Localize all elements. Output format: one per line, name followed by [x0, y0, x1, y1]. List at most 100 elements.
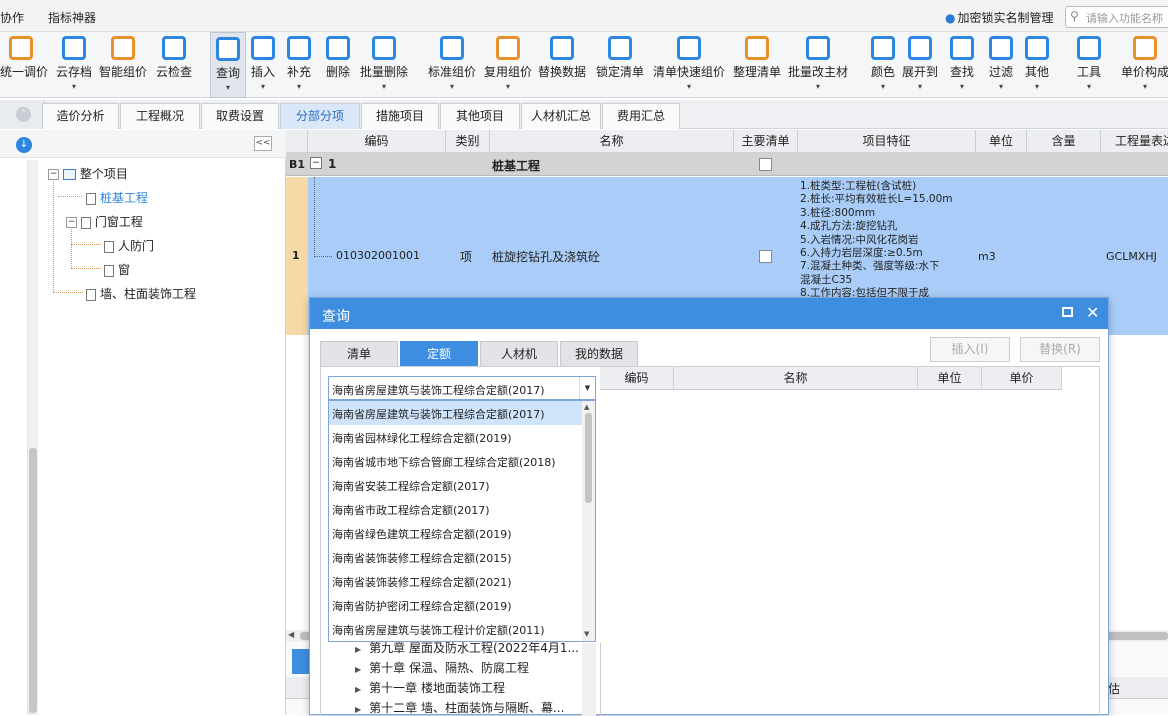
col-header-main[interactable]: 主要清单	[734, 130, 798, 153]
dropdown-option[interactable]: 海南省城市地下综合管廊工程综合定额(2018)	[329, 449, 582, 473]
toolbar-button-10[interactable]: 复用组价 ▾	[482, 32, 534, 98]
dropdown-arrow-icon[interactable]: ▾	[482, 82, 534, 91]
toolbar-button-14[interactable]: 整理清单	[730, 32, 784, 98]
toolbar-button-15[interactable]: 批量改主材 ▾	[786, 32, 850, 98]
toolbar-button-7[interactable]: 删除	[322, 32, 354, 98]
license-link[interactable]: ● 加密锁实名制管理	[945, 9, 1054, 26]
dropdown-arrow-icon[interactable]: ▾	[652, 82, 726, 91]
dropdown-option[interactable]: 海南省装饰装修工程综合定额(2015)	[329, 545, 582, 569]
scroll-thumb[interactable]	[29, 448, 37, 713]
toolbar-button-12[interactable]: 锁定清单	[594, 32, 646, 98]
tab-sub-items[interactable]: 分部分项	[280, 103, 360, 129]
detail-tab[interactable]	[292, 649, 310, 674]
chapter-item[interactable]: ▶ 第十章 保温、隔热、防腐工程	[355, 659, 585, 676]
dropdown-option[interactable]: 海南省房屋建筑与装饰工程计价定额(2011)	[329, 617, 582, 641]
toolbar-button-5[interactable]: 插入 ▾	[248, 32, 278, 98]
dropdown-arrow-icon[interactable]: ▾	[786, 82, 850, 91]
caret-right-icon[interactable]: ▶	[355, 645, 361, 654]
dropdown-arrow-icon[interactable]: ▾	[946, 82, 978, 91]
replace-button[interactable]: 替换(R)	[1020, 337, 1100, 362]
dropdown-option[interactable]: 海南省市政工程综合定额(2017)	[329, 497, 582, 521]
collapse-panel-button[interactable]: <<	[254, 136, 272, 151]
scroll-up-icon[interactable]: ▲	[584, 403, 589, 411]
toolbar-button-16[interactable]: 颜色 ▾	[868, 32, 898, 98]
toolbar-button-3[interactable]: 云检查	[152, 32, 196, 98]
table-row-section[interactable]: B1 − 1 桩基工程	[286, 153, 1168, 176]
dropdown-arrow-icon[interactable]: ▾	[426, 82, 478, 91]
toolbar-button-4[interactable]: 查询 ▾	[210, 32, 246, 98]
result-header-price[interactable]: 单价	[982, 367, 1062, 390]
dropdown-option[interactable]: 海南省房屋建筑与装饰工程综合定额(2017)	[329, 401, 582, 425]
tab-cost-analysis[interactable]: 造价分析	[42, 103, 119, 129]
toolbar-button-22[interactable]: 单价构成 ▾	[1120, 32, 1168, 98]
collapse-icon[interactable]: −	[310, 157, 322, 169]
col-header-type[interactable]: 类别	[446, 130, 490, 153]
tab-fee-summary[interactable]: 费用汇总	[602, 103, 680, 129]
dialog-tab-quota[interactable]: 定额	[400, 341, 478, 366]
menu-indicator[interactable]: 指标神器	[48, 9, 96, 26]
dropdown-option[interactable]: 海南省绿色建筑工程综合定额(2019)	[329, 521, 582, 545]
chevron-down-icon[interactable]: ▼	[579, 377, 595, 399]
tab-measures[interactable]: 措施项目	[361, 103, 439, 129]
col-header-features[interactable]: 项目特征	[798, 130, 976, 153]
dropdown-option[interactable]: 海南省装饰装修工程综合定额(2021)	[329, 569, 582, 593]
scroll-down-icon[interactable]: ▼	[584, 630, 589, 638]
collapse-icon[interactable]: −	[66, 217, 77, 228]
insert-button[interactable]: 插入(I)	[930, 337, 1010, 362]
tree-node-civil-door[interactable]: 人防门	[104, 237, 154, 254]
col-header-unit[interactable]: 单位	[976, 130, 1027, 153]
tab-labor-summary[interactable]: 人材机汇总	[521, 103, 601, 129]
toolbar-button-1[interactable]: 云存档 ▾	[52, 32, 96, 98]
dropdown-arrow-icon[interactable]: ▾	[284, 82, 314, 91]
dropdown-arrow-icon[interactable]: ▾	[900, 82, 940, 91]
chapter-item[interactable]: ▶ 第十一章 楼地面装饰工程	[355, 679, 585, 696]
tab-project-overview[interactable]: 工程概况	[120, 103, 200, 129]
toolbar-button-2[interactable]: 智能组价	[98, 32, 148, 98]
dropdown-arrow-icon[interactable]: ▾	[1120, 82, 1168, 91]
col-header-expr[interactable]: 工程量表达	[1101, 130, 1168, 153]
download-icon[interactable]: ↓	[16, 137, 32, 153]
caret-right-icon[interactable]: ▶	[355, 705, 361, 714]
tree-node-wall[interactable]: 墙、柱面装饰工程	[86, 285, 196, 302]
collapse-ribbon-button[interactable]: ⌃	[0, 100, 45, 129]
scroll-thumb[interactable]	[585, 413, 592, 503]
main-list-checkbox[interactable]	[759, 250, 772, 263]
toolbar-button-11[interactable]: 替换数据	[536, 32, 588, 98]
tab-fee-settings[interactable]: 取费设置	[201, 103, 279, 129]
main-list-checkbox[interactable]	[759, 158, 772, 171]
dropdown-arrow-icon[interactable]: ▾	[868, 82, 898, 91]
toolbar-button-20[interactable]: 其他 ▾	[1020, 32, 1054, 98]
toolbar-button-0[interactable]: 统一调价	[0, 32, 48, 98]
dialog-tab-mydata[interactable]: 我的数据	[560, 341, 638, 366]
result-header-unit[interactable]: 单位	[918, 367, 982, 390]
dropdown-arrow-icon[interactable]: ▾	[1020, 82, 1054, 91]
close-icon[interactable]: ✕	[1086, 303, 1099, 322]
dropdown-arrow-icon[interactable]: ▾	[248, 82, 278, 91]
tree-node-doors[interactable]: − 门窗工程	[66, 213, 143, 230]
dropdown-arrow-icon[interactable]: ▾	[356, 82, 412, 91]
dropdown-arrow-icon[interactable]: ▾	[984, 82, 1018, 91]
toolbar-button-9[interactable]: 标准组价 ▾	[426, 32, 478, 98]
dropdown-scrollbar[interactable]: ▲ ▼	[582, 401, 595, 641]
toolbar-button-6[interactable]: 补充 ▾	[284, 32, 314, 98]
dialog-tab-bill[interactable]: 清单	[320, 341, 398, 366]
tree-node-window[interactable]: 窗	[104, 261, 130, 278]
tab-other-items[interactable]: 其他项目	[440, 103, 520, 129]
toolbar-button-13[interactable]: 清单快速组价 ▾	[652, 32, 726, 98]
col-header-name[interactable]: 名称	[490, 130, 734, 153]
col-header-code[interactable]: 编码	[308, 130, 446, 153]
dropdown-arrow-icon[interactable]: ▾	[1074, 82, 1104, 91]
dialog-title-bar[interactable]: 查询 ✕	[310, 298, 1108, 329]
toolbar-button-21[interactable]: 工具 ▾	[1074, 32, 1104, 98]
toolbar-button-18[interactable]: 查找 ▾	[946, 32, 978, 98]
tree-node-pile[interactable]: 桩基工程	[86, 189, 148, 206]
caret-right-icon[interactable]: ▶	[355, 685, 361, 694]
quota-library-select[interactable]: 海南省房屋建筑与装饰工程综合定额(2017) ▼	[328, 376, 596, 400]
feature-search-input[interactable]: ⚲ 请输入功能名称	[1065, 6, 1168, 28]
tree-node-root[interactable]: − 整个项目	[48, 165, 128, 182]
dropdown-option[interactable]: 海南省安装工程综合定额(2017)	[329, 473, 582, 497]
result-header-name[interactable]: 名称	[674, 367, 918, 390]
dropdown-option[interactable]: 海南省防护密闭工程综合定额(2019)	[329, 593, 582, 617]
chapter-item[interactable]: ▶ 第十二章 墙、柱面装饰与隔断、幕...	[355, 699, 585, 716]
caret-right-icon[interactable]: ▶	[355, 665, 361, 674]
